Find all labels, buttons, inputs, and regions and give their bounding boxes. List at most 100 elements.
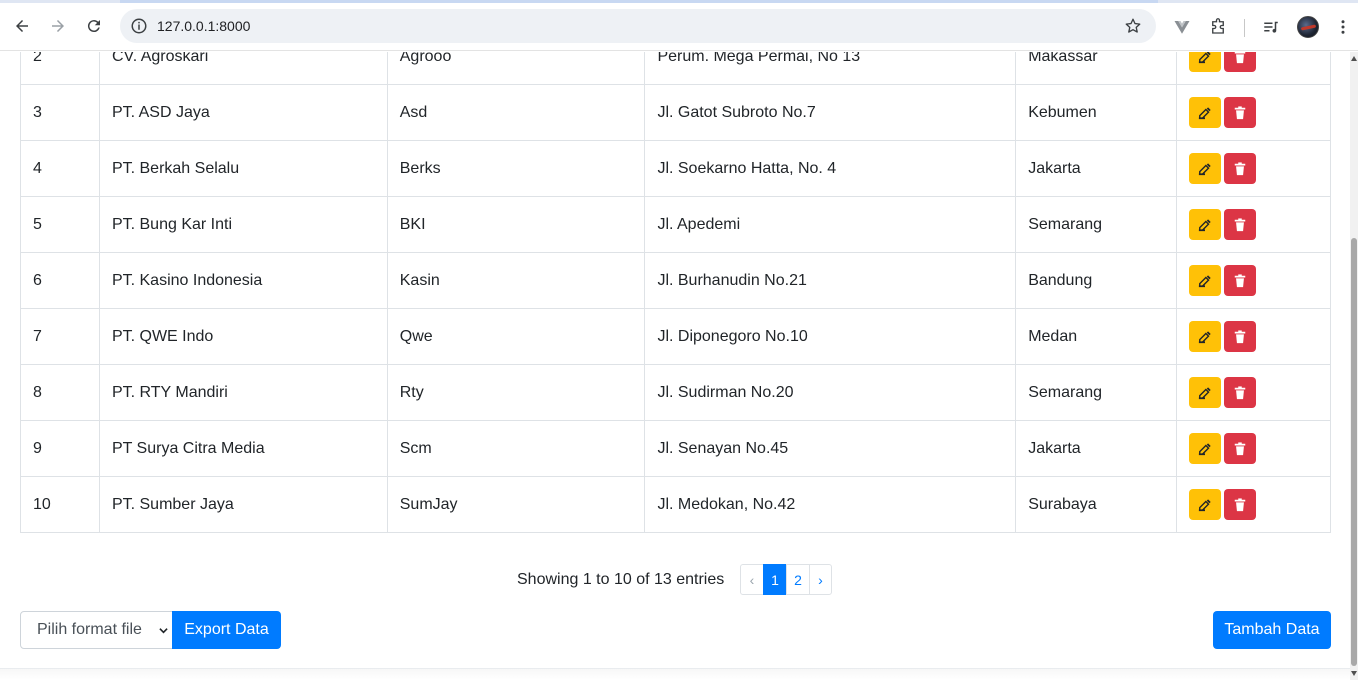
cell-nama: CV. Agroskari — [98, 52, 388, 85]
table-row: 3 PT. ASD Jaya Asd Jl. Gatot Subroto No.7 Ke… — [20, 84, 1331, 141]
trash-icon — [1234, 52, 1246, 63]
profile-avatar[interactable] — [1297, 16, 1319, 38]
cell-no: 3 — [20, 84, 100, 141]
cell-nama: PT. RTY Mandiri — [98, 364, 388, 421]
edit-icon — [1198, 218, 1211, 231]
extension-vue-icon[interactable] — [1171, 16, 1193, 38]
delete-button[interactable] — [1224, 489, 1257, 520]
cell-kota: Makassar — [1015, 52, 1178, 85]
cell-actions — [1176, 140, 1331, 197]
chevron-down-icon — [159, 628, 168, 634]
cell-alamat: Jl. Sudirman No.20 — [644, 364, 1017, 421]
trash-icon — [1234, 385, 1246, 399]
edit-icon — [1198, 52, 1211, 63]
format-select[interactable]: Pilih format file — [20, 611, 173, 649]
row-actions — [1189, 97, 1318, 128]
row-actions — [1189, 52, 1318, 72]
edit-icon — [1198, 162, 1211, 175]
cell-alias: Qwe — [386, 308, 646, 365]
site-info-icon[interactable] — [130, 17, 148, 35]
delete-button[interactable] — [1224, 153, 1257, 184]
trash-icon — [1234, 497, 1246, 511]
cell-no: 2 — [20, 52, 100, 85]
toolbar-separator — [1244, 19, 1245, 37]
cell-alamat: Jl. Soekarno Hatta, No. 4 — [644, 140, 1017, 197]
pagination-page-2[interactable]: 2 — [786, 564, 810, 595]
pagination-page-1[interactable]: 1 — [763, 564, 787, 595]
scroll-up-arrow[interactable] — [1351, 56, 1357, 61]
cell-nama: PT. ASD Jaya — [98, 84, 388, 141]
cell-alias: Kasin — [386, 252, 646, 309]
cell-nama: PT. Berkah Selalu — [98, 140, 388, 197]
edit-button[interactable] — [1189, 489, 1222, 520]
more-menu-icon[interactable] — [1332, 16, 1354, 38]
delete-button[interactable] — [1224, 265, 1257, 296]
arrow-left-icon — [16, 20, 28, 32]
address-bar[interactable]: 127.0.0.1:8000 — [120, 9, 1156, 43]
cell-no: 5 — [20, 196, 100, 253]
back-button[interactable] — [7, 11, 37, 41]
add-data-button[interactable]: Tambah Data — [1213, 611, 1331, 649]
edit-button[interactable] — [1189, 209, 1222, 240]
row-actions — [1189, 377, 1318, 408]
export-button[interactable]: Export Data — [172, 611, 281, 649]
edit-icon — [1198, 274, 1211, 287]
edit-button[interactable] — [1189, 321, 1222, 352]
cell-no: 10 — [20, 476, 100, 533]
delete-button[interactable] — [1224, 97, 1257, 128]
reload-button[interactable] — [79, 11, 109, 41]
url-text[interactable]: 127.0.0.1:8000 — [157, 18, 250, 34]
cell-actions — [1176, 308, 1331, 365]
table-row: 9 PT Surya Citra Media Scm Jl. Senayan No.4… — [20, 420, 1331, 477]
delete-button[interactable] — [1224, 433, 1257, 464]
edit-button[interactable] — [1189, 97, 1222, 128]
delete-button[interactable] — [1224, 209, 1257, 240]
trash-icon — [1234, 441, 1246, 455]
cell-actions — [1176, 252, 1331, 309]
table-row: 8 PT. RTY Mandiri Rty Jl. Sudirman No.20 Sem… — [20, 364, 1331, 421]
cell-kota: Kebumen — [1015, 84, 1178, 141]
forward-button[interactable] — [43, 11, 73, 41]
trash-icon — [1234, 217, 1246, 231]
trash-icon — [1234, 161, 1246, 175]
page-scrollbar[interactable] — [1350, 52, 1358, 680]
table-row: 5 PT. Bung Kar Inti BKI Jl. Apedemi Semarang — [20, 196, 1331, 253]
edit-button[interactable] — [1189, 433, 1222, 464]
cell-no: 4 — [20, 140, 100, 197]
table-row: 7 PT. QWE Indo Qwe Jl. Diponegoro No.10 Meda… — [20, 308, 1331, 365]
media-controls-icon[interactable] — [1260, 16, 1282, 38]
edit-button[interactable] — [1189, 265, 1222, 296]
cell-kota: Semarang — [1015, 364, 1178, 421]
trash-icon — [1234, 105, 1246, 119]
row-actions — [1189, 153, 1318, 184]
browser-toolbar: 127.0.0.1:8000 — [0, 3, 1358, 51]
edit-button[interactable] — [1189, 377, 1222, 408]
cell-alamat: Jl. Diponegoro No.10 — [644, 308, 1017, 365]
cell-kota: Semarang — [1015, 196, 1178, 253]
trash-icon — [1234, 273, 1246, 287]
cell-nama: PT. Kasino Indonesia — [98, 252, 388, 309]
cell-no: 8 — [20, 364, 100, 421]
cell-no: 7 — [20, 308, 100, 365]
cell-nama: PT Surya Citra Media — [98, 420, 388, 477]
cell-alamat: Jl. Burhanudin No.21 — [644, 252, 1017, 309]
delete-button[interactable] — [1224, 321, 1257, 352]
row-actions — [1189, 489, 1318, 520]
edit-button[interactable] — [1189, 52, 1222, 72]
edit-button[interactable] — [1189, 153, 1222, 184]
bookmark-star-icon[interactable] — [1124, 17, 1142, 35]
scrollbar-thumb[interactable] — [1351, 238, 1357, 666]
reload-icon — [87, 20, 100, 33]
extensions-puzzle-icon[interactable] — [1207, 16, 1229, 38]
cell-alamat: Perum. Mega Permai, No 13 — [644, 52, 1017, 85]
table-row: 6 PT. Kasino Indonesia Kasin Jl. Burhanudin… — [20, 252, 1331, 309]
cell-kota: Jakarta — [1015, 420, 1178, 477]
scroll-down-arrow[interactable] — [1351, 671, 1357, 676]
pagination-next[interactable]: › — [809, 564, 832, 595]
cell-alamat: Jl. Gatot Subroto No.7 — [644, 84, 1017, 141]
cell-alias: SumJay — [386, 476, 646, 533]
cell-actions — [1176, 196, 1331, 253]
delete-button[interactable] — [1224, 377, 1257, 408]
pagination-prev[interactable]: ‹ — [740, 564, 764, 595]
delete-button[interactable] — [1224, 52, 1257, 72]
